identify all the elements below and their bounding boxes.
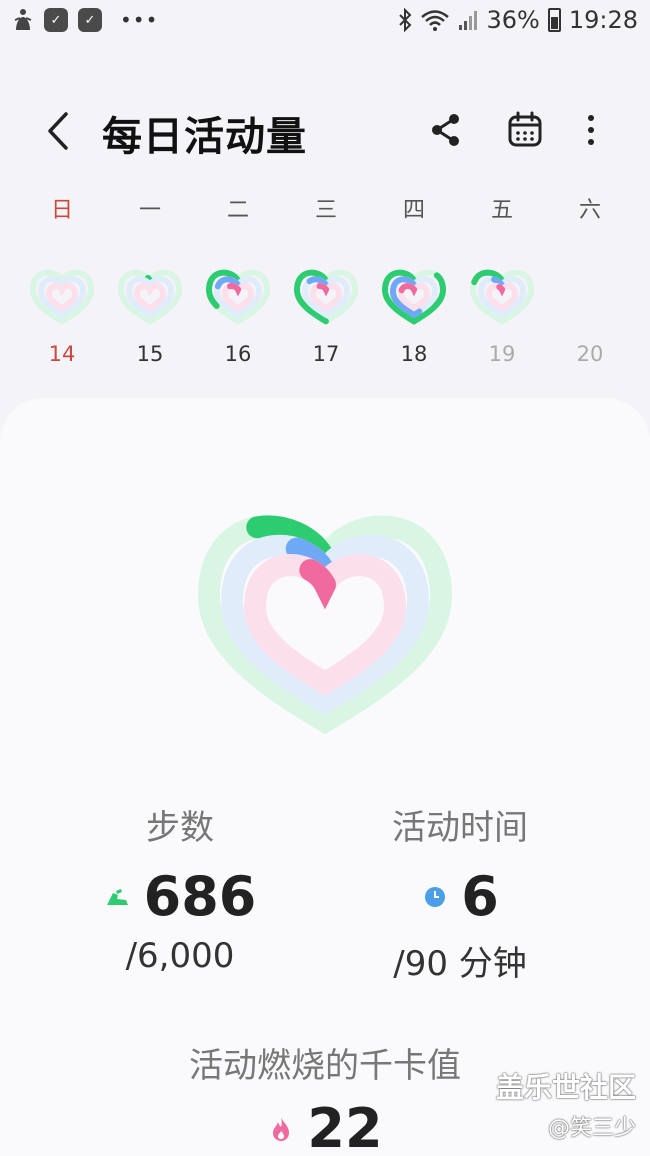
calendar-icon[interactable] — [507, 110, 543, 150]
active-time-goal: /90 分钟 — [393, 944, 527, 984]
day-activity-rings — [293, 269, 359, 325]
watermark-author: @笑三少 — [547, 1116, 636, 1141]
day-activity-rings — [117, 269, 183, 325]
day-label: 一 — [138, 198, 161, 223]
share-icon[interactable] — [428, 110, 464, 150]
ring-track — [133, 283, 167, 312]
more-notifications-icon: ••• — [120, 8, 159, 32]
calories-value: 22 — [307, 1097, 383, 1156]
day-number: 14 — [48, 342, 76, 366]
day-item-14[interactable]: 日 14 — [18, 196, 106, 366]
day-number: 18 — [400, 342, 428, 366]
day-activity-rings — [469, 269, 535, 325]
wifi-icon — [421, 10, 450, 31]
day-label: 五 — [490, 198, 513, 223]
day-number: 17 — [312, 342, 340, 366]
shoe-icon — [106, 888, 128, 905]
fitness-figure-icon — [14, 9, 32, 30]
page-title: 每日活动量 — [102, 114, 307, 160]
day-activity-rings — [29, 269, 95, 325]
day-label: 六 — [578, 198, 601, 223]
day-label: 二 — [226, 198, 249, 223]
day-item-18[interactable]: 四 18 — [370, 196, 458, 366]
signal-icon — [459, 11, 478, 30]
app-badge-icon: ✓ — [78, 8, 102, 32]
day-label: 四 — [402, 198, 425, 223]
more-icon[interactable] — [576, 110, 606, 150]
day-number: 20 — [576, 342, 604, 366]
day-number: 16 — [224, 342, 252, 366]
clock: 19:28 — [568, 6, 638, 34]
day-number: 19 — [488, 342, 516, 366]
steps-value: 686 — [143, 865, 257, 928]
notification-icons: ✓ ✓ ••• — [12, 8, 158, 32]
status-bar: ✓ ✓ ••• 36% 19:28 — [0, 0, 650, 44]
flame-icon — [273, 1117, 290, 1141]
clock-icon — [425, 886, 446, 907]
back-icon[interactable] — [38, 108, 78, 154]
app-badge-icon: ✓ — [44, 8, 68, 32]
ring-track — [45, 283, 79, 312]
day-item-17[interactable]: 三 17 — [282, 196, 370, 366]
bluetooth-icon — [399, 8, 412, 32]
day-item-15[interactable]: 一 15 — [106, 196, 194, 366]
calories-label: 活动燃烧的千卡值 — [189, 1046, 461, 1086]
active-time-label: 活动时间 — [392, 808, 528, 848]
day-item-20: 六 20 — [546, 196, 634, 366]
day-label: 三 — [314, 198, 337, 223]
day-label: 日 — [50, 198, 73, 223]
steps-goal: /6,000 — [125, 936, 235, 976]
activity-rings-heart — [197, 515, 453, 735]
day-number: 15 — [136, 342, 164, 366]
calories-stat[interactable]: 活动燃烧的千卡值 22 — [125, 1038, 525, 1156]
app-header: 每日活动量 — [0, 96, 650, 166]
steps-stat[interactable]: 步数 686 /6,000 — [30, 800, 330, 976]
day-activity-rings — [205, 269, 271, 325]
battery-percent: 36% — [486, 6, 540, 34]
battery-icon — [547, 8, 561, 32]
day-item-16[interactable]: 二 16 — [194, 196, 282, 366]
day-activity-rings — [381, 269, 447, 325]
active-time-value: 6 — [461, 865, 499, 928]
system-status: 36% 19:28 — [398, 6, 638, 34]
day-item-19[interactable]: 五 19 — [458, 196, 546, 366]
watermark-title: 盖乐世社区 — [495, 1071, 636, 1104]
activity-card: 步数 686 /6,000 活动时间 6 /90 分钟 活动燃烧的千卡值 22 — [0, 398, 650, 1156]
steps-label: 步数 — [146, 808, 214, 848]
day-activity-rings — [555, 264, 625, 328]
active-time-stat[interactable]: 活动时间 6 /90 分钟 — [310, 800, 610, 985]
